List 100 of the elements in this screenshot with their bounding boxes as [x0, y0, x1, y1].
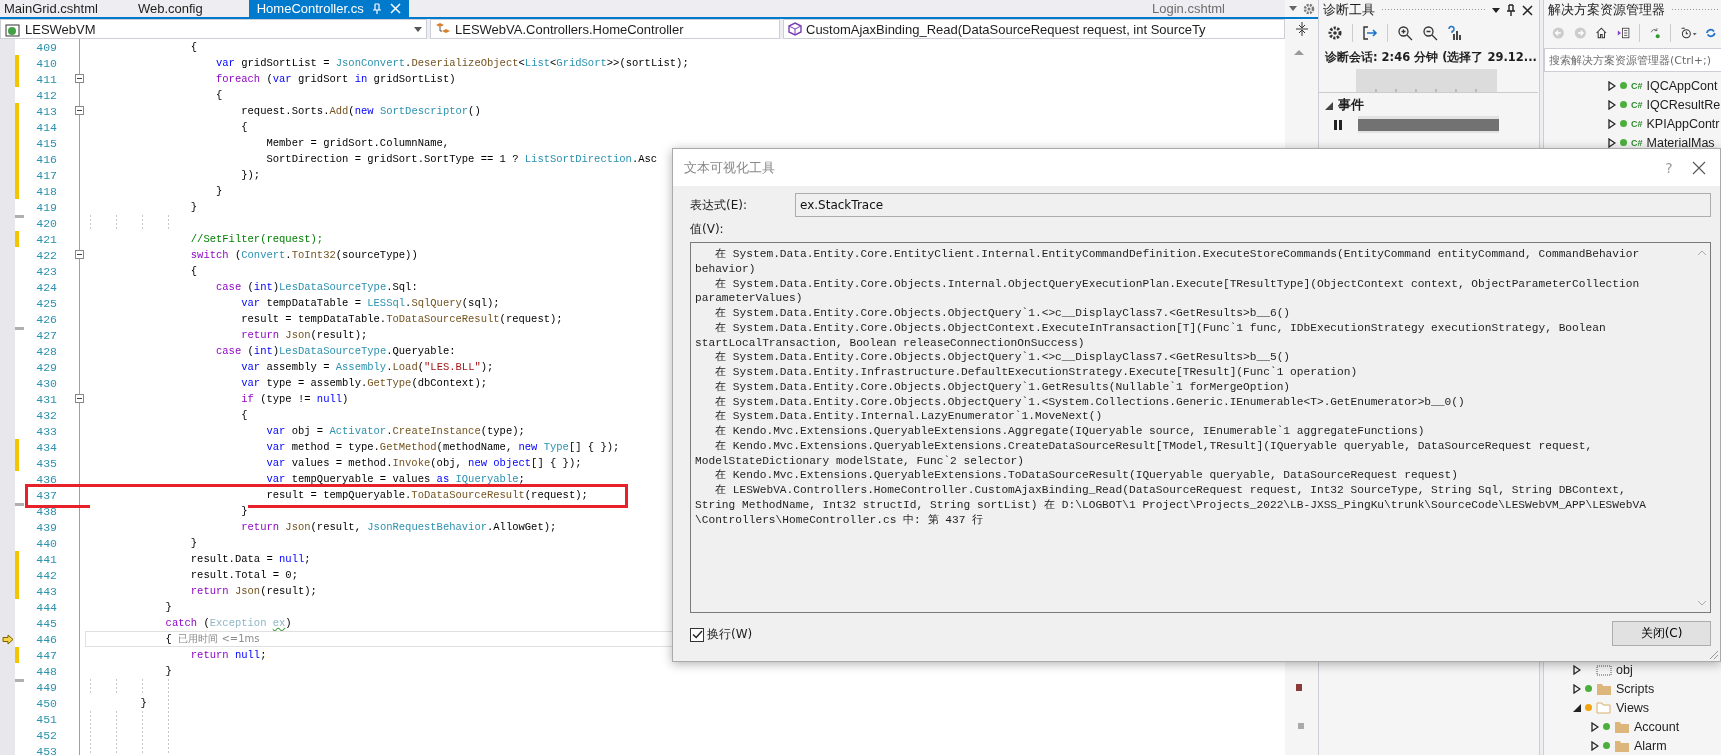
expand-icon[interactable]	[1591, 740, 1599, 751]
home-icon[interactable]	[1595, 25, 1609, 41]
document-tab[interactable]: Web.config	[133, 0, 239, 17]
search-field[interactable]: 搜索解决方案资源管理器(Ctrl+;)	[1544, 48, 1721, 72]
open-folder-icon	[1596, 701, 1612, 714]
panel-title: 解决方案资源管理器	[1548, 1, 1665, 19]
session-label: 诊断会话: 2:46 分钟 (选择了 29.12...	[1324, 49, 1538, 66]
line-number: 436	[35, 472, 58, 486]
line-number: 413	[35, 104, 58, 118]
document-tab[interactable]: Login.cshtml	[1148, 0, 1285, 17]
line-number: 410	[35, 56, 58, 70]
line-number: 419	[35, 200, 58, 214]
panel-title: 诊断工具	[1323, 1, 1375, 19]
collapse-icon[interactable]	[75, 394, 84, 403]
expand-icon[interactable]	[1591, 721, 1599, 732]
export-icon[interactable]	[1362, 25, 1378, 41]
line-number: 431	[35, 392, 58, 406]
line-number: 450	[35, 696, 58, 710]
expand-icon[interactable]	[1573, 683, 1581, 694]
tree-item[interactable]: Views	[1573, 698, 1721, 717]
tree-item[interactable]: C# IQCResultRe	[1608, 95, 1721, 114]
project-dropdown[interactable]: LESWebVM	[0, 19, 427, 39]
expression-field[interactable]: ex.StackTrace	[795, 193, 1711, 217]
panel-grip[interactable]	[1381, 8, 1486, 12]
tree-item[interactable]: C# KPIAppContr	[1608, 114, 1721, 133]
expand-icon[interactable]	[1608, 80, 1616, 91]
line-number: 414	[35, 120, 58, 134]
close-icon[interactable]	[1522, 4, 1533, 16]
close-icon[interactable]	[1692, 160, 1706, 175]
dotted-folder-icon	[1596, 663, 1612, 676]
value-field[interactable]: 在 System.Data.Entity.Core.EntityClient.Internal.EntityCommandDefinition.ExecuteStoreCommands(EntityCommand entityCommand, CommandBehavior behavior) 在 System.Data.Entity.Core.Objects.Internal.ObjectQueryExecutionPlan.Execute[TResultType](ObjectContext context, ObjectParameterCollection parameterValues) 在 System.Data.Entity.Core.Objects.ObjectQuery`1.<>c__DisplayClass7.<GetResults>b__6() 在 System.Data.Entity.Core.Objects.ObjectContext.ExecuteInTransaction[T](Func`1 func, IDbExecutionStrategy executionStrategy, Boolean startLocalTransaction, Boolean releaseConnectionOnSuccess) 在 System.Data.Entity.Core.Objects.ObjectQuery`1.<>c__DisplayClass7.<GetResults>b__5() 在 System.Data.Entity.Infrastructure.DefaultExecutionStrategy.Execute[TResult](Func`1 operation) 在 System.Data.Entity.Core.Objects.ObjectQuery`1.GetResults(Nullable`1 forMergeOption) 在 System.Data.Entity.Core.Objects.ObjectQuery`1.<System.Collections.Generic.IEnumerable<T>.GetEnumerator>b__0() 在 System.Data.Entity.Internal.LazyEnumerator`1.MoveNext() 在 Kendo.Mvc.Extensions.QueryableExtensions.Aggregate(IQueryable source, IEnumerable`1 aggregateFunctions) 在 Kendo.Mvc.Extensions.QueryableExtensions.CreateDataSourceResult[TModel,TResult](IQueryable queryable, DataSourceRequest request, ModelStateDictionary modelState, Func`2 selector) 在 Kendo.Mvc.Extensions.QueryableExtensions.ToDataSourceResult(IQueryable queryable, DataSourceRequest request) 在 LESWebVA.Controllers.HomeController.CustomAjaxBinding_Read(DataSourceRequest request, Int32 SourceType, String Sql, String DBContext, String MethodName, Int32 structId, String sortList) 在 D:\LOGBOT\1 Project\Projects_2022\LB-JXSS_PingKu\trunk\SourceCode\LESWebVM_APP\LESWebVA \Controllers\HomeController.cs 中: 第 437 行	[690, 242, 1711, 613]
csharp-file-icon: C#	[1631, 80, 1643, 91]
line-number: 416	[35, 152, 58, 166]
expand-icon[interactable]	[1573, 664, 1581, 675]
line-number: 447	[35, 648, 58, 662]
line-number: 420	[35, 216, 58, 230]
line-number: 409	[35, 40, 58, 54]
dialog-title: 文本可视化工具	[684, 158, 776, 177]
line-number: 415	[35, 136, 58, 150]
line-number: 433	[35, 424, 58, 438]
collapse-icon[interactable]	[75, 106, 84, 115]
line-number: 442	[35, 568, 58, 582]
line-number: 425	[35, 296, 58, 310]
events-label: 事件	[1338, 97, 1364, 114]
line-number: 411	[35, 72, 58, 86]
collapse-icon[interactable]	[75, 250, 84, 259]
chart-help-icon[interactable]	[1447, 25, 1463, 41]
caret-icon[interactable]	[414, 26, 422, 32]
resize-grip-icon[interactable]	[1708, 649, 1718, 659]
zoom-out-icon[interactable]	[1422, 25, 1438, 41]
method-icon	[788, 22, 802, 36]
pin-icon[interactable]	[1506, 4, 1516, 16]
line-number: 435	[35, 456, 58, 470]
line-number: 432	[35, 408, 58, 422]
split-icon[interactable]	[1294, 22, 1309, 36]
tree-item[interactable]: C# MaterialMas	[1608, 133, 1721, 152]
folder-icon	[1596, 682, 1612, 695]
csharp-file-icon: C#	[1631, 137, 1643, 148]
folder-icon	[1614, 720, 1630, 733]
line-number: 443	[35, 584, 58, 598]
class-icon	[435, 22, 451, 36]
line-number: 453	[35, 744, 58, 755]
expand-icon[interactable]	[1608, 137, 1616, 148]
line-number: 449	[35, 680, 58, 694]
line-number: 451	[35, 712, 58, 726]
line-number: 438	[35, 504, 58, 518]
close-button[interactable]: 关闭(C)	[1612, 621, 1711, 646]
line-number: 429	[35, 360, 58, 374]
tree-item[interactable]: C# IQCAppCont	[1608, 76, 1721, 95]
document-tab[interactable]: MainGrid.cshtml	[0, 0, 134, 17]
member-dropdown[interactable]: CustomAjaxBinding_Read(DataSourceRequest request, int SourceTy	[783, 19, 1285, 39]
tree-item[interactable]: obj	[1573, 660, 1721, 679]
pause-icon[interactable]	[1331, 117, 1345, 132]
line-number: 421	[35, 232, 58, 246]
line-number: 452	[35, 728, 58, 742]
panel-grip[interactable]	[1671, 8, 1718, 12]
class-dropdown[interactable]: LESWebVA.Controllers.HomeController	[430, 19, 780, 39]
switch-views-icon[interactable]	[1617, 25, 1630, 41]
line-number: 446	[35, 632, 58, 646]
wrap-checkbox[interactable]: 换行(W)	[690, 626, 753, 643]
line-number: 439	[35, 520, 58, 534]
expanded-icon[interactable]	[1573, 702, 1581, 713]
line-number: 426	[35, 312, 58, 326]
collapse-icon[interactable]	[75, 74, 84, 83]
tree-item[interactable]: Alarm	[1573, 736, 1721, 755]
zoom-in-icon[interactable]	[1397, 25, 1413, 41]
expression-label: 表达式(E):	[690, 196, 748, 214]
tree-item[interactable]: Scripts	[1573, 679, 1721, 698]
csharp-file-icon: C#	[1631, 118, 1643, 129]
expanded-icon[interactable]	[1325, 101, 1333, 110]
line-number: 430	[35, 376, 58, 390]
expand-icon[interactable]	[1608, 118, 1616, 129]
line-number: 423	[35, 264, 58, 278]
sync-icon[interactable]	[1648, 25, 1662, 41]
history-icon[interactable]	[1680, 25, 1698, 41]
tree-item[interactable]: Account	[1573, 717, 1721, 736]
expand-icon[interactable]	[1608, 99, 1616, 110]
settings-icon[interactable]	[1327, 25, 1343, 41]
line-number: 422	[35, 248, 58, 262]
caret-icon[interactable]	[1492, 7, 1500, 13]
